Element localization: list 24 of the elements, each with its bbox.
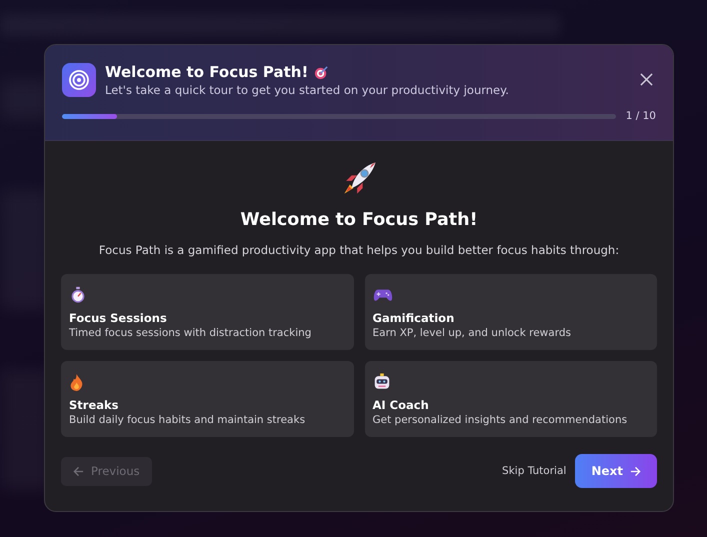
arrow-left-icon [73, 466, 84, 476]
feature-title: AI Coach [372, 398, 430, 412]
feature-description: Timed focus sessions with distraction tracking [69, 327, 312, 339]
stopwatch-icon [69, 286, 87, 304]
feature-title: Focus Sessions [69, 311, 168, 325]
progress-counter: 1 / 10 [626, 110, 656, 122]
arrow-right-icon [630, 466, 641, 476]
target-icon [62, 63, 96, 97]
flame-icon [69, 372, 84, 392]
feature-title: Gamification [372, 311, 456, 325]
feature-title: Streaks [69, 398, 120, 412]
close-icon[interactable] [640, 73, 653, 86]
skip-tutorial-link[interactable]: Skip Tutorial [502, 465, 566, 477]
feature-description: Get personalized insights and recommendations [372, 414, 628, 426]
feature-description: Build daily focus habits and maintain streaks [69, 414, 306, 426]
robot-icon [372, 373, 390, 391]
gamepad-icon [372, 287, 392, 303]
step-description: Focus Path is a gamified productivity app that helps you build better focus habits through: [98, 243, 620, 257]
step-heading: Welcome to Focus Path! [240, 210, 478, 230]
next-button[interactable]: Next [575, 454, 657, 488]
feature-description: Earn XP, level up, and unlock rewards [372, 327, 572, 339]
dialog-title: Welcome to Focus Path! [105, 63, 308, 81]
dialog-subtitle: Let's take a quick tour to get you started on your productivity journey. [105, 83, 510, 97]
dartboard-icon [314, 64, 330, 80]
